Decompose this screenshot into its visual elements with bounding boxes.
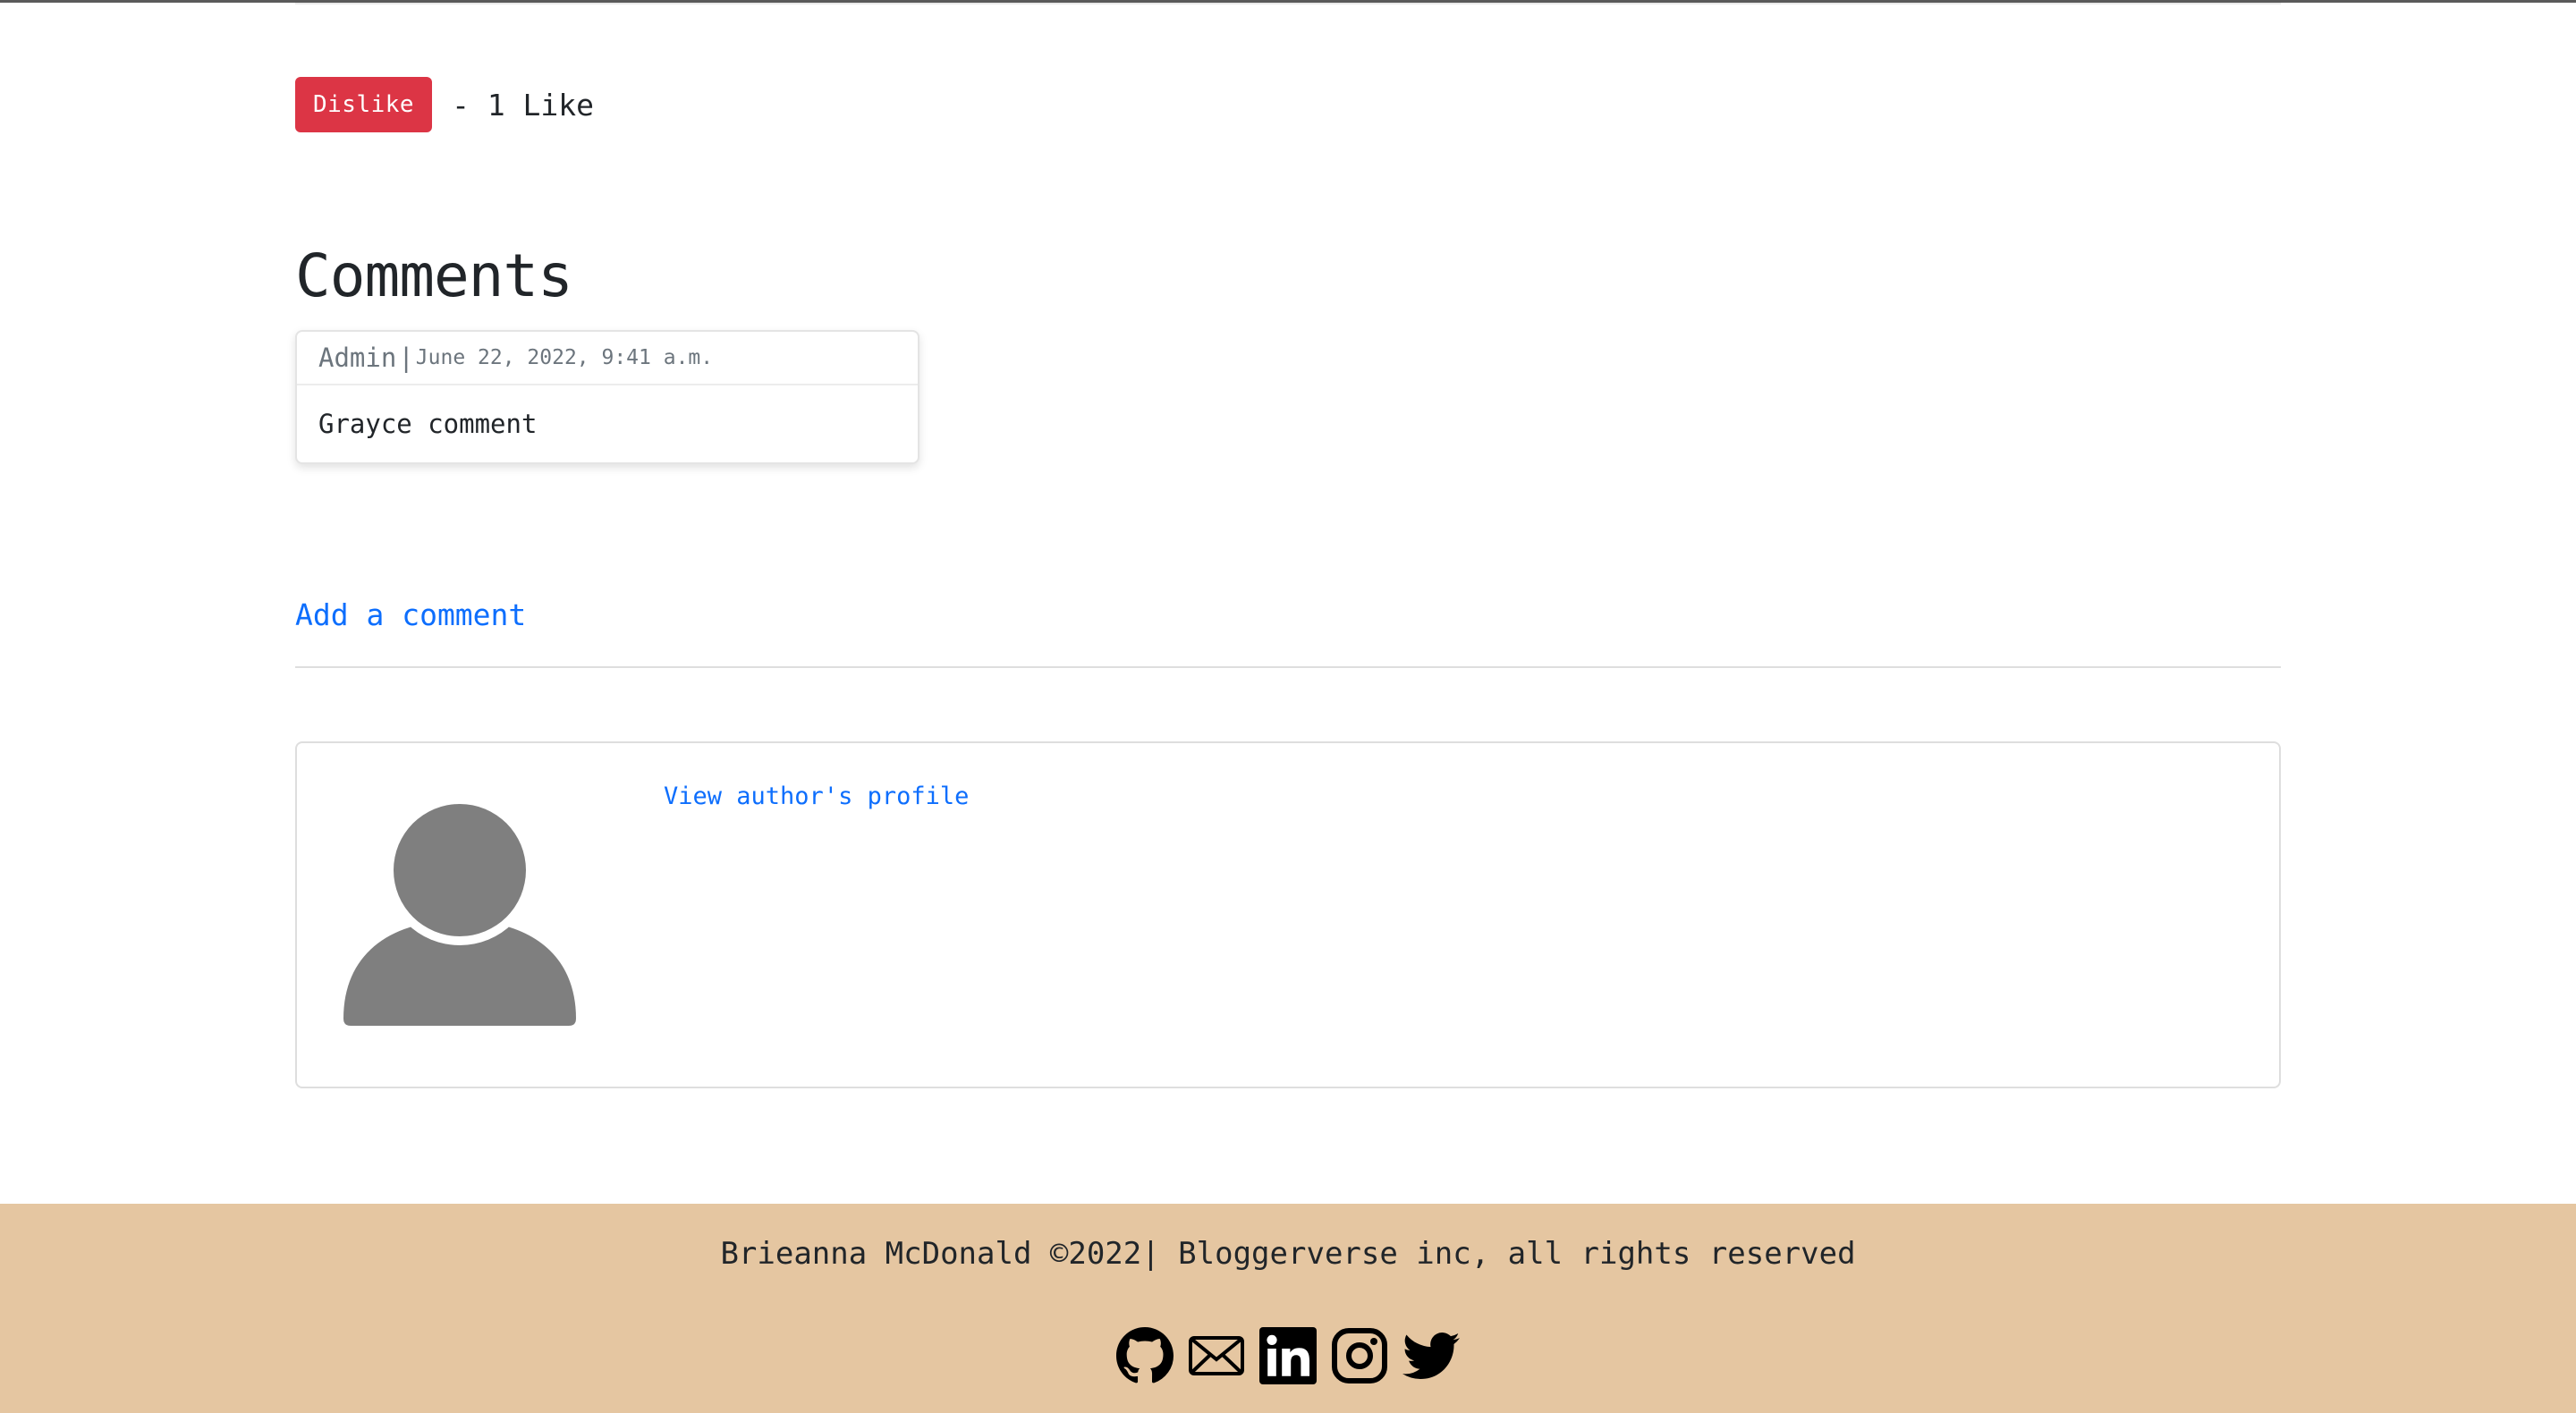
footer-copyright: Brieanna McDonald ©2022| Bloggerverse in… (720, 1236, 1856, 1272)
comment-separator: | (398, 343, 414, 373)
comment-card: Admin | June 22, 2022, 9:41 a.m. Grayce … (295, 330, 919, 464)
dislike-button[interactable]: Dislike (295, 77, 433, 132)
comment-body: Grayce comment (318, 409, 538, 439)
comment-date: June 22, 2022, 9:41 a.m. (415, 346, 714, 369)
linkedin-icon[interactable] (1259, 1327, 1317, 1384)
social-links (0, 1327, 2576, 1384)
twitter-icon[interactable] (1402, 1327, 1460, 1384)
comment-header: Admin | June 22, 2022, 9:41 a.m. (297, 332, 918, 385)
section-divider (295, 666, 2281, 668)
email-icon[interactable] (1188, 1327, 1245, 1384)
user-silhouette-icon (343, 795, 576, 1026)
comment-author: Admin (318, 343, 397, 373)
footer: Brieanna McDonald ©2022| Bloggerverse in… (0, 1204, 2576, 1413)
like-count: - 1 Like (452, 87, 595, 123)
instagram-icon[interactable] (1331, 1327, 1388, 1384)
github-icon[interactable] (1116, 1327, 1174, 1384)
add-comment-link[interactable]: Add a comment (295, 597, 526, 632)
view-author-profile-link[interactable]: View author's profile (664, 783, 969, 810)
content-top-divider (295, 3, 2281, 4)
comments-heading: Comments (295, 241, 573, 310)
author-card: View author's profile (295, 741, 2281, 1088)
like-section: Dislike - 1 Like (295, 77, 594, 132)
